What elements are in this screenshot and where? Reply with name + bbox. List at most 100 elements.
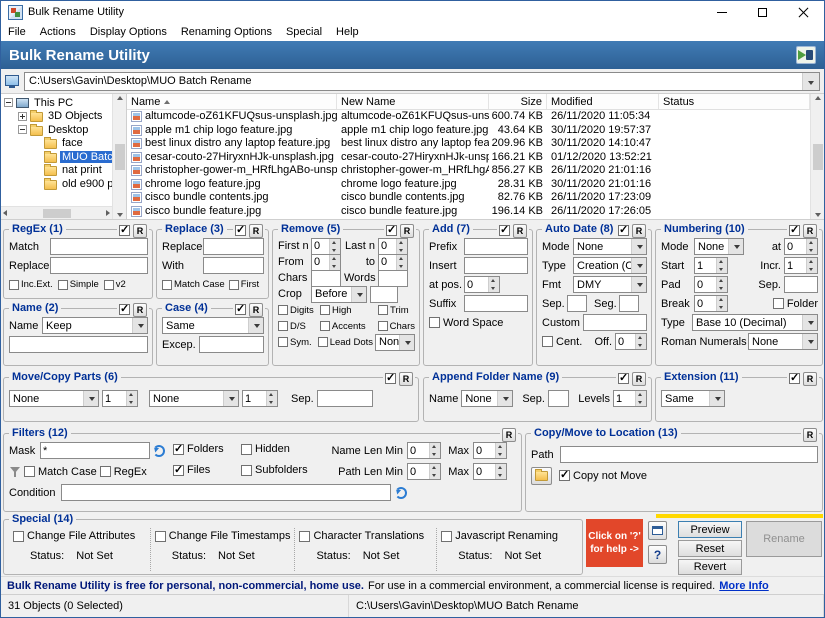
add-reset-button[interactable]: R — [513, 224, 527, 238]
browse-folder-button[interactable] — [531, 467, 552, 485]
spinner-input[interactable] — [785, 239, 806, 254]
spinner-arrows[interactable] — [488, 277, 499, 292]
date-format-select[interactable]: DMY — [573, 276, 647, 293]
spinner-input[interactable] — [614, 391, 635, 406]
column-header-name[interactable]: Name — [127, 94, 337, 109]
move-copy-mode2-select[interactable]: None — [149, 390, 239, 407]
auto-date-enable-checkbox[interactable] — [618, 225, 629, 236]
case-mode-select[interactable]: Same — [162, 317, 264, 334]
column-header-size[interactable]: Size — [489, 94, 547, 109]
files-checkbox[interactable]: Files — [173, 464, 210, 476]
scroll-left-icon[interactable] — [3, 210, 7, 216]
tree-item-old-e900-picture[interactable]: old e900 picture — [1, 177, 112, 191]
auto-date-reset-button[interactable]: R — [632, 224, 646, 238]
exception-input[interactable] — [199, 336, 264, 353]
start-spinner[interactable] — [694, 257, 728, 274]
chars-input[interactable] — [311, 270, 341, 287]
reset-button[interactable]: Reset — [678, 540, 742, 557]
revert-button[interactable]: Revert — [678, 559, 742, 575]
scrollbar-thumb[interactable] — [813, 144, 823, 170]
spinner-arrows[interactable] — [126, 391, 137, 406]
window-popup-button[interactable] — [648, 521, 667, 540]
spinner-arrows[interactable] — [495, 443, 506, 458]
help-button[interactable]: Click on '?' for help -> — [586, 519, 643, 567]
rename-button[interactable]: Rename — [746, 521, 822, 557]
extension-mode-select[interactable]: Same — [661, 390, 725, 407]
with-input[interactable] — [203, 257, 264, 274]
scroll-right-icon[interactable] — [106, 210, 110, 216]
count2-spinner[interactable] — [242, 390, 278, 407]
mask-input[interactable] — [40, 442, 150, 459]
spinner-arrows[interactable] — [806, 239, 817, 254]
expand-icon[interactable] — [18, 112, 27, 121]
custom-date-input[interactable] — [583, 314, 647, 331]
spinner-arrows[interactable] — [716, 296, 727, 311]
break-spinner[interactable] — [694, 295, 728, 312]
change-file-timestamps-checkbox[interactable]: Change File Timestamps — [155, 530, 291, 542]
file-row[interactable]: best linux distro any laptop feature.jpg… — [127, 137, 810, 151]
century-checkbox[interactable]: Cent. — [542, 336, 582, 348]
spinner-input[interactable] — [408, 464, 429, 479]
more-info-link[interactable]: More Info — [719, 580, 769, 592]
tree-item-this-pc[interactable]: This PC — [1, 96, 112, 110]
tree-horizontal-scrollbar[interactable] — [1, 206, 112, 219]
spinner-input[interactable] — [312, 255, 329, 270]
menu-item-help[interactable]: Help — [329, 23, 366, 41]
spinner-input[interactable] — [616, 334, 635, 349]
spinner-arrows[interactable] — [429, 443, 440, 458]
spinner-input[interactable] — [312, 239, 329, 254]
spinner-input[interactable] — [379, 255, 396, 270]
scrollbar-thumb[interactable] — [43, 209, 71, 218]
minimize-button[interactable] — [701, 1, 742, 23]
last-n-spinner[interactable] — [378, 238, 408, 255]
trim-checkbox[interactable]: Trim — [378, 305, 409, 316]
column-header-modified[interactable]: Modified — [547, 94, 659, 109]
spinner-arrows[interactable] — [329, 239, 340, 254]
spinner-arrows[interactable] — [396, 239, 407, 254]
extension-enable-checkbox[interactable] — [789, 373, 800, 384]
javascript-renaming-checkbox[interactable]: Javascript Renaming — [441, 530, 558, 542]
spinner-input[interactable] — [379, 239, 396, 254]
roman-numerals-select[interactable]: None — [748, 333, 818, 350]
at-pos-spinner[interactable] — [464, 276, 500, 293]
copy-move-reset-button[interactable]: R — [803, 428, 817, 442]
numbering-reset-button[interactable]: R — [803, 224, 817, 238]
scroll-up-icon[interactable] — [815, 96, 821, 100]
add-enable-checkbox[interactable] — [499, 225, 510, 236]
spinner-input[interactable] — [695, 277, 716, 292]
spinner-arrows[interactable] — [635, 391, 646, 406]
menu-item-actions[interactable]: Actions — [33, 23, 83, 41]
scroll-down-icon[interactable] — [117, 213, 123, 217]
append-folder-reset-button[interactable]: R — [632, 372, 646, 386]
symbols-checkbox[interactable]: Sym. — [278, 337, 316, 348]
append-folder-enable-checkbox[interactable] — [618, 373, 629, 384]
from-spinner[interactable] — [311, 254, 341, 271]
name-input[interactable] — [9, 336, 148, 353]
match-case-checkbox[interactable]: Match Case — [162, 279, 225, 290]
replace-reset-button[interactable]: R — [249, 224, 263, 238]
date-type-select[interactable]: Creation (Curr — [573, 257, 647, 274]
numbering-separator-input[interactable] — [784, 276, 818, 293]
copy-not-move-checkbox[interactable]: Copy not Move — [559, 470, 647, 482]
spinner-input[interactable] — [243, 391, 266, 406]
refresh-icon[interactable] — [153, 445, 165, 457]
tree-vertical-scrollbar[interactable] — [112, 94, 126, 219]
spinner-arrows[interactable] — [495, 464, 506, 479]
spinner-input[interactable] — [465, 277, 488, 292]
name-reset-button[interactable]: R — [133, 303, 147, 317]
case-reset-button[interactable]: R — [249, 303, 263, 317]
folder-checkbox[interactable]: Folder — [773, 298, 818, 310]
move-copy-separator-input[interactable] — [317, 390, 373, 407]
words-input[interactable] — [378, 270, 408, 287]
lead-dots-mode-select[interactable]: None — [375, 334, 415, 351]
name-mode-select[interactable]: Keep — [42, 317, 148, 334]
spinner-arrows[interactable] — [716, 258, 727, 273]
numbering-type-select[interactable]: Base 10 (Decimal) — [692, 314, 818, 331]
close-button[interactable] — [783, 1, 824, 23]
file-row[interactable]: altumcode-oZ61KFUQsus-unsplash.jpgaltumc… — [127, 110, 810, 124]
tree-item-desktop[interactable]: Desktop — [1, 123, 112, 137]
offset-spinner[interactable] — [615, 333, 647, 350]
tree-item-3d-objects[interactable]: 3D Objects — [1, 110, 112, 124]
move-copy-enable-checkbox[interactable] — [385, 373, 396, 384]
chevron-down-icon[interactable] — [802, 73, 819, 90]
